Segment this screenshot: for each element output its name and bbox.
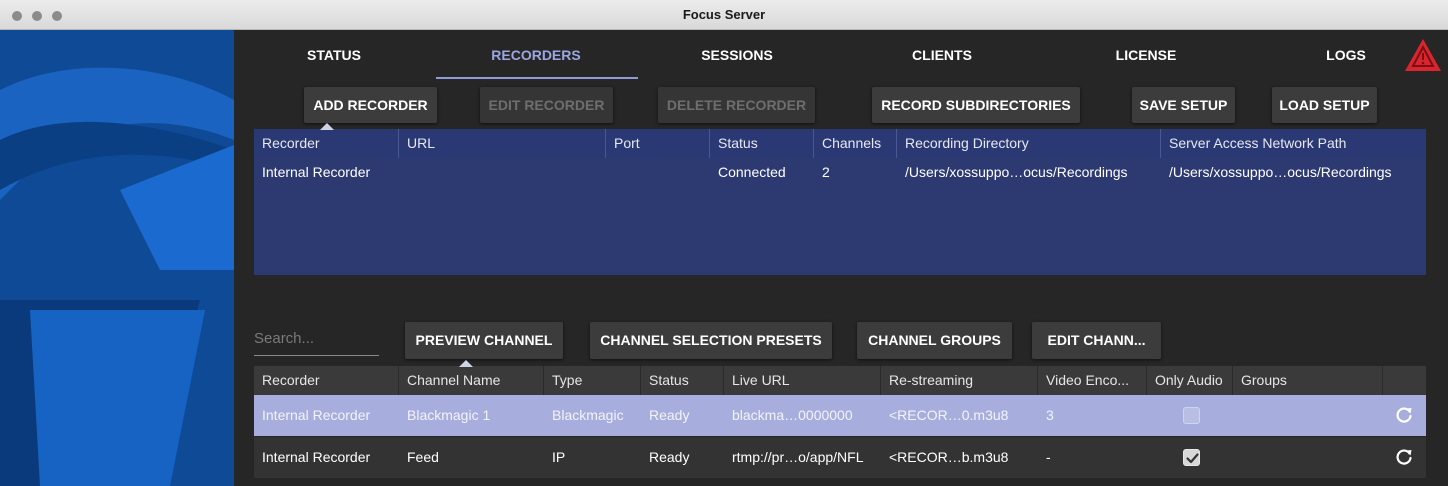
port-cell bbox=[606, 158, 710, 187]
search-placeholder: Search... bbox=[254, 330, 315, 347]
tab-sessions[interactable]: SESSIONS bbox=[682, 47, 792, 67]
restreaming-cell: <RECOR…b.m3u8 bbox=[889, 449, 1009, 465]
save-setup-button[interactable]: SAVE SETUP bbox=[1132, 87, 1235, 123]
checkmark-icon bbox=[1186, 453, 1199, 464]
column-header[interactable]: Recorder bbox=[254, 366, 399, 395]
recording-directory-cell: /Users/xossuppo…ocus/Recordings bbox=[905, 164, 1128, 180]
column-header[interactable]: Server Access Network Path bbox=[1161, 129, 1426, 158]
type-cell: IP bbox=[552, 449, 566, 465]
delete-recorder-button[interactable]: DELETE RECORDER bbox=[658, 87, 815, 123]
channel-name-cell: Feed bbox=[407, 449, 439, 465]
record-subdirectories-button[interactable]: RECORD SUBDIRECTORIES bbox=[872, 87, 1080, 123]
channel-selection-presets-button[interactable]: CHANNEL SELECTION PRESETS bbox=[590, 322, 832, 359]
window-title: Focus Server bbox=[682, 7, 766, 22]
column-header[interactable]: Video Enco... bbox=[1038, 366, 1147, 395]
sort-caret-icon bbox=[320, 123, 334, 130]
recorder-cell: Internal Recorder bbox=[262, 407, 371, 423]
groups-cell bbox=[1233, 395, 1383, 436]
column-header[interactable]: Only Audio bbox=[1147, 366, 1233, 395]
column-header[interactable]: Live URL bbox=[724, 366, 881, 395]
preview-channel-button[interactable]: PREVIEW CHANNEL bbox=[405, 322, 563, 359]
column-header[interactable]: Recording Directory bbox=[897, 129, 1161, 158]
recorders-table-header: Recorder URL Port Status Channels Record… bbox=[254, 123, 1426, 158]
column-header[interactable]: Recorder bbox=[254, 129, 399, 158]
edit-channel-button[interactable]: EDIT CHANN... bbox=[1032, 322, 1161, 359]
column-header[interactable]: Type bbox=[544, 366, 641, 395]
add-recorder-button[interactable]: ADD RECORDER bbox=[304, 87, 437, 123]
column-header[interactable]: Status bbox=[641, 366, 724, 395]
sort-caret-icon bbox=[459, 360, 473, 367]
channel-name-cell: Blackmagic 1 bbox=[407, 407, 491, 423]
table-row[interactable]: Internal Recorder Connected 2 /Users/xos… bbox=[254, 158, 1426, 187]
channels-table-header: Recorder Channel Name Type Status Live U… bbox=[254, 360, 1426, 395]
active-tab-indicator bbox=[436, 77, 638, 79]
tab-license[interactable]: LICENSE bbox=[1098, 47, 1194, 67]
column-header[interactable]: Status bbox=[710, 129, 814, 158]
channels-table: Recorder Channel Name Type Status Live U… bbox=[254, 360, 1426, 486]
live-url-cell: rtmp://pr…o/app/NFL bbox=[732, 449, 864, 465]
sidebar-brand-panel bbox=[0, 30, 234, 486]
warning-icon[interactable] bbox=[1404, 38, 1442, 72]
channels-cell: 2 bbox=[822, 164, 830, 180]
brand-graphic-icon bbox=[0, 30, 234, 486]
video-encoder-cell: - bbox=[1046, 449, 1051, 465]
title-bar: Focus Server bbox=[0, 0, 1448, 30]
video-encoder-cell: 3 bbox=[1046, 407, 1054, 423]
recorders-table: Recorder URL Port Status Channels Record… bbox=[254, 123, 1426, 275]
column-header[interactable]: Channels bbox=[814, 129, 897, 158]
edit-recorder-button[interactable]: EDIT RECORDER bbox=[480, 87, 613, 123]
column-header[interactable]: URL bbox=[399, 129, 606, 158]
channel-groups-button[interactable]: CHANNEL GROUPS bbox=[857, 322, 1012, 359]
status-cell: Ready bbox=[649, 407, 690, 423]
column-header[interactable]: Re-streaming bbox=[881, 366, 1038, 395]
refresh-icon[interactable] bbox=[1394, 447, 1414, 467]
load-setup-button[interactable]: LOAD SETUP bbox=[1272, 87, 1377, 123]
status-cell: Ready bbox=[649, 449, 690, 465]
column-header[interactable]: Port bbox=[606, 129, 710, 158]
column-header bbox=[1383, 366, 1426, 395]
main-content: STATUS RECORDERS SESSIONS CLIENTS LICENS… bbox=[234, 30, 1448, 486]
url-cell bbox=[399, 158, 606, 187]
column-header[interactable]: Channel Name bbox=[399, 366, 544, 395]
tab-logs[interactable]: LOGS bbox=[1308, 47, 1384, 67]
live-url-cell: blackma…0000000 bbox=[732, 407, 853, 423]
search-input[interactable]: Search... bbox=[254, 327, 379, 356]
tab-clients[interactable]: CLIENTS bbox=[894, 47, 990, 67]
tab-recorders[interactable]: RECORDERS bbox=[466, 47, 606, 67]
column-header[interactable]: Groups bbox=[1233, 366, 1383, 395]
restreaming-cell: <RECOR…0.m3u8 bbox=[889, 407, 1009, 423]
app-window: Focus Server STATUS RECORDERS SESSIONS C… bbox=[0, 0, 1448, 486]
refresh-icon[interactable] bbox=[1394, 405, 1414, 425]
tab-status[interactable]: STATUS bbox=[286, 47, 382, 67]
groups-cell bbox=[1233, 437, 1383, 478]
table-row[interactable]: Internal Recorder Feed IP Ready rtmp://p… bbox=[254, 437, 1426, 478]
only-audio-checkbox[interactable] bbox=[1183, 407, 1200, 424]
recorder-cell: Internal Recorder bbox=[262, 449, 371, 465]
status-cell: Connected bbox=[718, 164, 786, 180]
type-cell: Blackmagic bbox=[552, 407, 624, 423]
table-row[interactable]: Internal Recorder Blackmagic 1 Blackmagi… bbox=[254, 395, 1426, 436]
network-path-cell: /Users/xossuppo…ocus/Recordings bbox=[1169, 164, 1392, 180]
only-audio-checkbox[interactable] bbox=[1183, 449, 1200, 466]
recorder-cell: Internal Recorder bbox=[262, 164, 371, 180]
